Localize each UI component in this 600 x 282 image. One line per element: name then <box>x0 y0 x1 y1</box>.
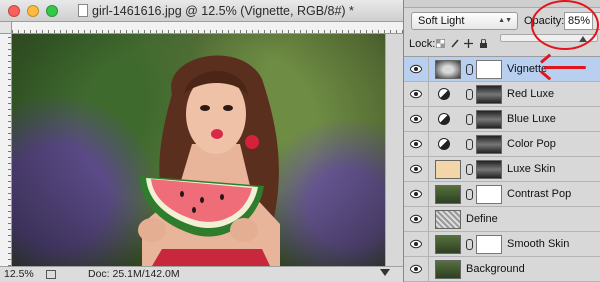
ruler-origin[interactable] <box>0 22 12 34</box>
adjustment-layer-icon[interactable] <box>438 88 450 100</box>
link-icon[interactable] <box>466 139 473 150</box>
blend-mode-value: Soft Light <box>418 15 465 27</box>
layer-thumbnail[interactable] <box>435 235 461 254</box>
layer-row[interactable]: Blue Luxe <box>404 107 600 132</box>
column-divider <box>428 157 429 181</box>
blend-mode-select[interactable]: Soft Light ▲▼ <box>411 12 518 30</box>
visibility-eye-icon[interactable] <box>410 239 422 249</box>
layer-name[interactable]: Luxe Skin <box>507 163 555 175</box>
visibility-eye-icon[interactable] <box>410 139 422 149</box>
image-canvas[interactable] <box>12 34 385 266</box>
annotation-circle <box>531 0 599 50</box>
status-menu-arrow-icon[interactable] <box>380 269 390 276</box>
visibility-eye-icon[interactable] <box>410 214 422 224</box>
layer-name[interactable]: Color Pop <box>507 138 556 150</box>
layer-mask-thumbnail[interactable] <box>476 110 502 129</box>
visibility-eye-icon[interactable] <box>410 264 422 274</box>
visibility-eye-icon[interactable] <box>410 64 422 74</box>
layer-row[interactable]: Vignette <box>404 57 600 82</box>
link-icon[interactable] <box>466 64 473 75</box>
minimize-button[interactable] <box>27 5 39 17</box>
zoom-level-field[interactable]: 12.5% <box>4 268 40 281</box>
layer-name[interactable]: Background <box>466 263 525 275</box>
lock-position-icon[interactable] <box>464 39 473 48</box>
photo-girl-watermelon <box>138 55 280 266</box>
visibility-eye-icon[interactable] <box>410 89 422 99</box>
layer-row[interactable]: Define <box>404 207 600 232</box>
layer-name[interactable]: Red Luxe <box>507 88 554 100</box>
column-divider <box>428 132 429 156</box>
layer-mask-thumbnail[interactable] <box>476 135 502 154</box>
column-divider <box>428 207 429 231</box>
column-divider <box>428 232 429 256</box>
layer-row[interactable]: Contrast Pop <box>404 182 600 207</box>
status-bar: 12.5% Doc: 25.1M/142.0M <box>0 266 403 282</box>
layer-name[interactable]: Smooth Skin <box>507 238 569 250</box>
layer-thumbnail[interactable] <box>435 60 461 79</box>
visibility-eye-icon[interactable] <box>410 114 422 124</box>
layer-row[interactable]: Red Luxe <box>404 82 600 107</box>
layer-thumbnail[interactable] <box>435 260 461 279</box>
layer-name[interactable]: Contrast Pop <box>507 188 571 200</box>
layer-mask-thumbnail[interactable] <box>476 60 502 79</box>
document-icon <box>78 4 88 17</box>
column-divider <box>428 257 429 281</box>
layer-name[interactable]: Blue Luxe <box>507 113 556 125</box>
layer-mask-thumbnail[interactable] <box>476 235 502 254</box>
layer-row[interactable]: Color Pop <box>404 132 600 157</box>
export-icon[interactable] <box>46 270 56 279</box>
close-button[interactable] <box>8 5 20 17</box>
chevron-down-icon: ▲▼ <box>498 17 512 24</box>
layer-thumbnail[interactable] <box>435 185 461 204</box>
column-divider <box>428 57 429 81</box>
layer-row[interactable]: Luxe Skin <box>404 157 600 182</box>
layer-mask-thumbnail[interactable] <box>476 185 502 204</box>
column-divider <box>428 182 429 206</box>
document-size: Doc: 25.1M/142.0M <box>88 268 180 280</box>
link-icon[interactable] <box>466 239 473 250</box>
link-icon[interactable] <box>466 89 473 100</box>
layer-thumbnail[interactable] <box>435 160 461 179</box>
lock-all-icon[interactable] <box>479 39 488 48</box>
document-titlebar[interactable]: girl-1461616.jpg @ 12.5% (Vignette, RGB/… <box>0 0 403 22</box>
lock-brush-icon[interactable] <box>451 39 460 48</box>
annotation-arrow <box>544 66 586 69</box>
adjustment-layer-icon[interactable] <box>438 138 450 150</box>
layer-row[interactable]: Background <box>404 257 600 282</box>
document-title: girl-1461616.jpg @ 12.5% (Vignette, RGB/… <box>92 4 354 18</box>
adjustment-layer-icon[interactable] <box>438 113 450 125</box>
horizontal-ruler[interactable] <box>12 22 403 34</box>
layers-list: Vignette Red Luxe Blue Luxe Color Pop Luxe S… <box>404 56 600 282</box>
column-divider <box>428 107 429 131</box>
link-icon[interactable] <box>466 114 473 125</box>
zoom-button[interactable] <box>46 5 58 17</box>
visibility-eye-icon[interactable] <box>410 164 422 174</box>
column-divider <box>428 82 429 106</box>
lock-transparency-icon[interactable] <box>436 39 445 48</box>
link-icon[interactable] <box>466 189 473 200</box>
document-window: girl-1461616.jpg @ 12.5% (Vignette, RGB/… <box>0 0 403 282</box>
layer-row[interactable]: Smooth Skin <box>404 232 600 257</box>
vertical-ruler[interactable] <box>0 34 12 266</box>
link-icon[interactable] <box>466 164 473 175</box>
layer-thumbnail[interactable] <box>435 210 461 229</box>
lock-row: Lock: <box>404 34 500 52</box>
layer-mask-thumbnail[interactable] <box>476 85 502 104</box>
lock-label: Lock: <box>409 38 436 50</box>
vertical-scrollbar[interactable] <box>385 34 403 266</box>
visibility-eye-icon[interactable] <box>410 189 422 199</box>
layer-mask-thumbnail[interactable] <box>476 160 502 179</box>
layer-name[interactable]: Define <box>466 213 498 225</box>
